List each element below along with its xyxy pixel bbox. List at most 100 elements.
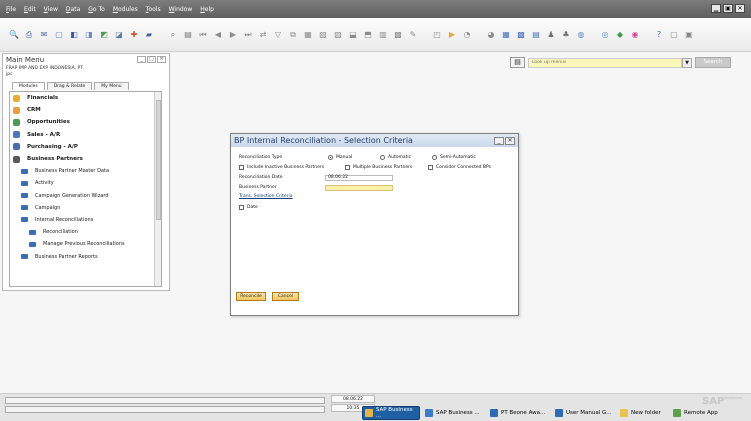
calendar-icon[interactable]: ▦ xyxy=(500,29,512,41)
sidebar-item-internal-reconciliations[interactable]: Internal Reconciliations xyxy=(10,214,161,226)
fax-icon[interactable]: ◧ xyxy=(68,29,80,41)
target-document-icon[interactable]: ▧ xyxy=(317,29,329,41)
chevron-down-icon[interactable]: ▼ xyxy=(682,57,692,68)
maximize-icon[interactable]: □ xyxy=(147,56,156,63)
tab-modules[interactable]: Modules xyxy=(12,82,45,90)
search-options-icon[interactable]: ▤ xyxy=(510,57,525,68)
widget-icon[interactable]: ◉ xyxy=(629,29,641,41)
sidebar-item-financials[interactable]: Financials xyxy=(10,92,161,104)
edit-icon[interactable]: ✎ xyxy=(407,29,419,41)
sidebar-item-purchasing-a-p[interactable]: Purchasing - A/P xyxy=(10,141,161,153)
base-document-icon[interactable]: ▦ xyxy=(302,29,314,41)
settings-icon[interactable]: ▥ xyxy=(377,29,389,41)
journal-icon[interactable]: ▶ xyxy=(446,29,458,41)
tab-my-menu[interactable]: My Menu xyxy=(94,82,129,90)
taskbar-item[interactable]: User Manual G... xyxy=(553,406,615,420)
drilldown-icon[interactable]: ▨ xyxy=(332,29,344,41)
menu-file[interactable]: File xyxy=(6,6,16,13)
radio-semi-automatic[interactable]: Semi-Automatic xyxy=(432,155,476,160)
sidebar-item-business-partners[interactable]: Business Partners xyxy=(10,153,161,165)
sidebar-item-crm[interactable]: CRM xyxy=(10,104,161,116)
cash-flow-icon[interactable]: ⬒ xyxy=(362,29,374,41)
menu-go-to[interactable]: Go To xyxy=(88,6,105,13)
refresh-icon[interactable]: ⇄ xyxy=(257,29,269,41)
sidebar-item-activity[interactable]: Activity xyxy=(10,177,161,189)
include-inactive-checkbox[interactable]: Include Inactive Business Partners xyxy=(239,165,324,170)
sidebar-item-opportunities[interactable]: Opportunities xyxy=(10,116,161,128)
minimize-all-icon[interactable]: ▢ xyxy=(668,29,680,41)
close-icon[interactable]: ✕ xyxy=(157,56,166,63)
first-record-icon[interactable]: ⏮ xyxy=(197,29,209,41)
form-settings-icon[interactable]: ▩ xyxy=(392,29,404,41)
search-button[interactable]: Search xyxy=(695,57,731,68)
sms-icon[interactable]: ▢ xyxy=(53,29,65,41)
sort-icon[interactable]: ⧉ xyxy=(287,29,299,41)
minimize-icon[interactable]: _ xyxy=(494,136,504,145)
paste-icon[interactable]: ◎ xyxy=(599,29,611,41)
cockpit-icon[interactable]: ◆ xyxy=(614,29,626,41)
taskbar-item[interactable]: Remote App xyxy=(671,406,723,420)
connected-bps-checkbox[interactable]: Consider Connected BPs xyxy=(428,165,491,170)
close-all-icon[interactable]: ▣ xyxy=(683,29,695,41)
last-record-icon[interactable]: ⏭ xyxy=(242,29,254,41)
sidebar-item-campaign-generation-wizard[interactable]: Campaign Generation Wizard xyxy=(10,190,161,202)
close-icon[interactable]: ✕ xyxy=(505,136,515,145)
filter-icon[interactable]: ▽ xyxy=(272,29,284,41)
minimize-icon[interactable]: ▁ xyxy=(711,4,721,13)
minimize-icon[interactable]: _ xyxy=(137,56,146,63)
sidebar-item-business-partner-master-data[interactable]: Business Partner Master Data xyxy=(10,165,161,177)
connected-bps-box[interactable] xyxy=(428,165,433,170)
menu-search-input[interactable] xyxy=(528,57,682,68)
module-tree-scrollbar[interactable] xyxy=(154,92,161,286)
export-pdf-icon[interactable]: ◪ xyxy=(113,29,125,41)
alerts-icon[interactable]: ◔ xyxy=(461,29,473,41)
radio-manual-circle[interactable] xyxy=(328,155,333,160)
find-icon[interactable]: ⌕ xyxy=(167,29,179,41)
radio-semi-automatic-circle[interactable] xyxy=(432,155,437,160)
date-box[interactable] xyxy=(239,205,244,210)
reconcile-button[interactable]: Reconcile xyxy=(236,292,266,301)
multiple-bp-checkbox[interactable]: Multiple Business Partners xyxy=(345,165,412,170)
menu-data[interactable]: Data xyxy=(66,6,80,13)
radio-automatic[interactable]: Automatic xyxy=(380,155,411,160)
business-partner-field[interactable] xyxy=(325,185,393,191)
taskbar-item[interactable]: New folder xyxy=(618,406,668,420)
lock-screen-icon[interactable]: ▰ xyxy=(143,29,155,41)
gross-profit-icon[interactable]: ⬓ xyxy=(347,29,359,41)
export-word-icon[interactable]: ◨ xyxy=(83,29,95,41)
include-inactive-box[interactable] xyxy=(239,165,244,170)
taskbar-item[interactable]: SAP Business ... xyxy=(423,406,485,420)
menu-window[interactable]: Window xyxy=(169,6,193,13)
radio-manual[interactable]: Manual xyxy=(328,155,352,160)
reconciliation-date-field[interactable]: 08.06.22 xyxy=(325,175,393,181)
scrollbar-thumb[interactable] xyxy=(156,100,161,220)
copy-icon[interactable]: ◍ xyxy=(575,29,587,41)
taskbar-item[interactable]: PT Beone Awa... xyxy=(488,406,550,420)
menu-edit[interactable]: Edit xyxy=(24,6,36,13)
reports-icon[interactable]: ▤ xyxy=(530,29,542,41)
help-icon[interactable]: ? xyxy=(653,29,665,41)
previous-record-icon[interactable]: ◀ xyxy=(212,29,224,41)
export-excel-icon[interactable]: ◩ xyxy=(98,29,110,41)
tab-drag-relate[interactable]: Drag & Relate xyxy=(46,82,93,90)
menu-view[interactable]: View xyxy=(44,6,58,13)
radio-automatic-circle[interactable] xyxy=(380,155,385,160)
multiple-bp-box[interactable] xyxy=(345,165,350,170)
sidebar-item-business-partner-reports[interactable]: Business Partner Reports xyxy=(10,250,161,262)
cancel-button[interactable]: Cancel xyxy=(272,292,299,301)
dashboard-icon[interactable]: ▩ xyxy=(515,29,527,41)
next-record-icon[interactable]: ▶ xyxy=(227,29,239,41)
sidebar-item-sales-a-r[interactable]: Sales - A/R xyxy=(10,129,161,141)
sidebar-item-campaign[interactable]: Campaign xyxy=(10,202,161,214)
users-icon[interactable]: ♟ xyxy=(545,29,557,41)
restore-icon[interactable]: ▣ xyxy=(723,4,733,13)
menu-modules[interactable]: Modules xyxy=(113,6,138,13)
menu-tools[interactable]: Tools xyxy=(146,6,161,13)
taskbar-item[interactable]: SAP Business ... xyxy=(362,405,420,420)
close-icon[interactable]: ✕ xyxy=(735,4,745,13)
sidebar-item-reconciliation[interactable]: Reconciliation xyxy=(10,226,161,238)
date-checkbox[interactable]: Date xyxy=(239,205,258,210)
sidebar-item-manage-previous-reconciliations[interactable]: Manage Previous Reconciliations xyxy=(10,238,161,250)
add-icon[interactable]: ▤ xyxy=(182,29,194,41)
preview-icon[interactable]: 🔍 xyxy=(8,29,20,41)
